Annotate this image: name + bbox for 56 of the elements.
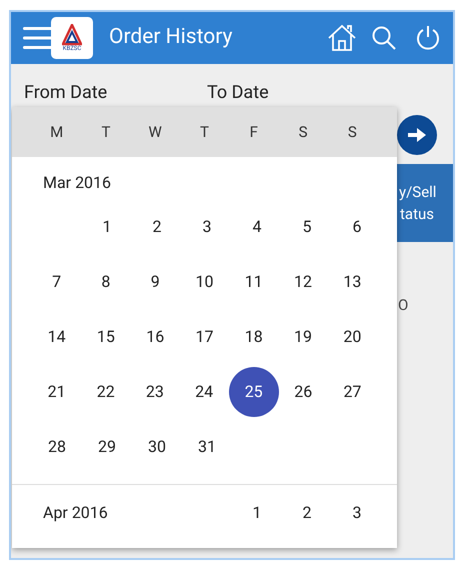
- weekday-label: S: [346, 122, 358, 143]
- calendar-day[interactable]: 16: [135, 316, 176, 356]
- calendar-day[interactable]: 2: [287, 492, 327, 532]
- home-icon[interactable]: [327, 23, 357, 53]
- calendar-day[interactable]: 12: [283, 262, 324, 302]
- calendar-day[interactable]: 3: [337, 492, 377, 532]
- calendar-day[interactable]: 8: [86, 262, 126, 302]
- weekday-label: M: [49, 122, 64, 143]
- field-label: To Date: [207, 81, 270, 105]
- calendar-day[interactable]: 10: [184, 262, 224, 302]
- calendar-day[interactable]: 2: [137, 206, 177, 246]
- weekday-label: S: [298, 122, 308, 143]
- calendar-day[interactable]: 28: [37, 426, 77, 466]
- calendar-day[interactable]: 5: [287, 206, 327, 246]
- calendar-day[interactable]: 7: [36, 262, 77, 302]
- column-heading-text: tatus: [399, 204, 435, 225]
- calendar-day[interactable]: 22: [86, 372, 126, 412]
- calendar-day[interactable]: 13: [332, 262, 372, 302]
- calendar-day[interactable]: 6: [337, 206, 377, 246]
- calendar-day[interactable]: 18: [234, 316, 274, 356]
- calendar-day[interactable]: 15: [86, 316, 126, 356]
- weekday-label: T: [199, 122, 210, 143]
- calendar-day[interactable]: 9: [135, 262, 176, 302]
- calendar-day[interactable]: 1: [87, 206, 127, 246]
- calendar-day[interactable]: 24: [184, 372, 224, 412]
- calendar-day[interactable]: 4: [237, 206, 277, 246]
- weekday-label: W: [148, 122, 163, 143]
- field-label: From Date: [24, 81, 108, 105]
- calendar-day[interactable]: 27: [332, 372, 372, 412]
- calendar-day[interactable]: 21: [36, 372, 77, 412]
- column-heading-text: y/Sell: [398, 182, 438, 203]
- month-label: Apr 2016: [43, 502, 108, 524]
- power-icon[interactable]: [415, 24, 441, 52]
- calendar-day[interactable]: 17: [184, 316, 224, 356]
- calendar-day[interactable]: 23: [134, 372, 175, 412]
- calendar-day[interactable]: 31: [187, 426, 227, 466]
- screen-title: Order History: [109, 24, 232, 52]
- calendar-day[interactable]: 30: [137, 426, 177, 466]
- calendar-day[interactable]: 29: [87, 426, 127, 466]
- calendar-day[interactable]: 26: [283, 372, 324, 412]
- menu-icon[interactable]: [23, 26, 53, 50]
- calendar-day[interactable]: 20: [332, 316, 372, 356]
- calendar-day[interactable]: 1: [237, 492, 277, 532]
- month-label: Mar 2016: [42, 172, 112, 194]
- arrow-right-icon: [407, 127, 427, 143]
- weekday-label: F: [248, 122, 259, 143]
- table-cell-text: O: [397, 295, 410, 316]
- logo-icon: [62, 24, 82, 46]
- calendar-day[interactable]: 14: [36, 316, 77, 356]
- calendar-day[interactable]: 11: [234, 262, 274, 302]
- calendar-day[interactable]: 3: [187, 206, 227, 246]
- search-icon[interactable]: [371, 25, 397, 51]
- calendar-day[interactable]: 19: [283, 316, 324, 356]
- submit-button[interactable]: [397, 115, 437, 155]
- weekday-label: T: [100, 122, 112, 143]
- calendar-day[interactable]: 25: [228, 366, 279, 416]
